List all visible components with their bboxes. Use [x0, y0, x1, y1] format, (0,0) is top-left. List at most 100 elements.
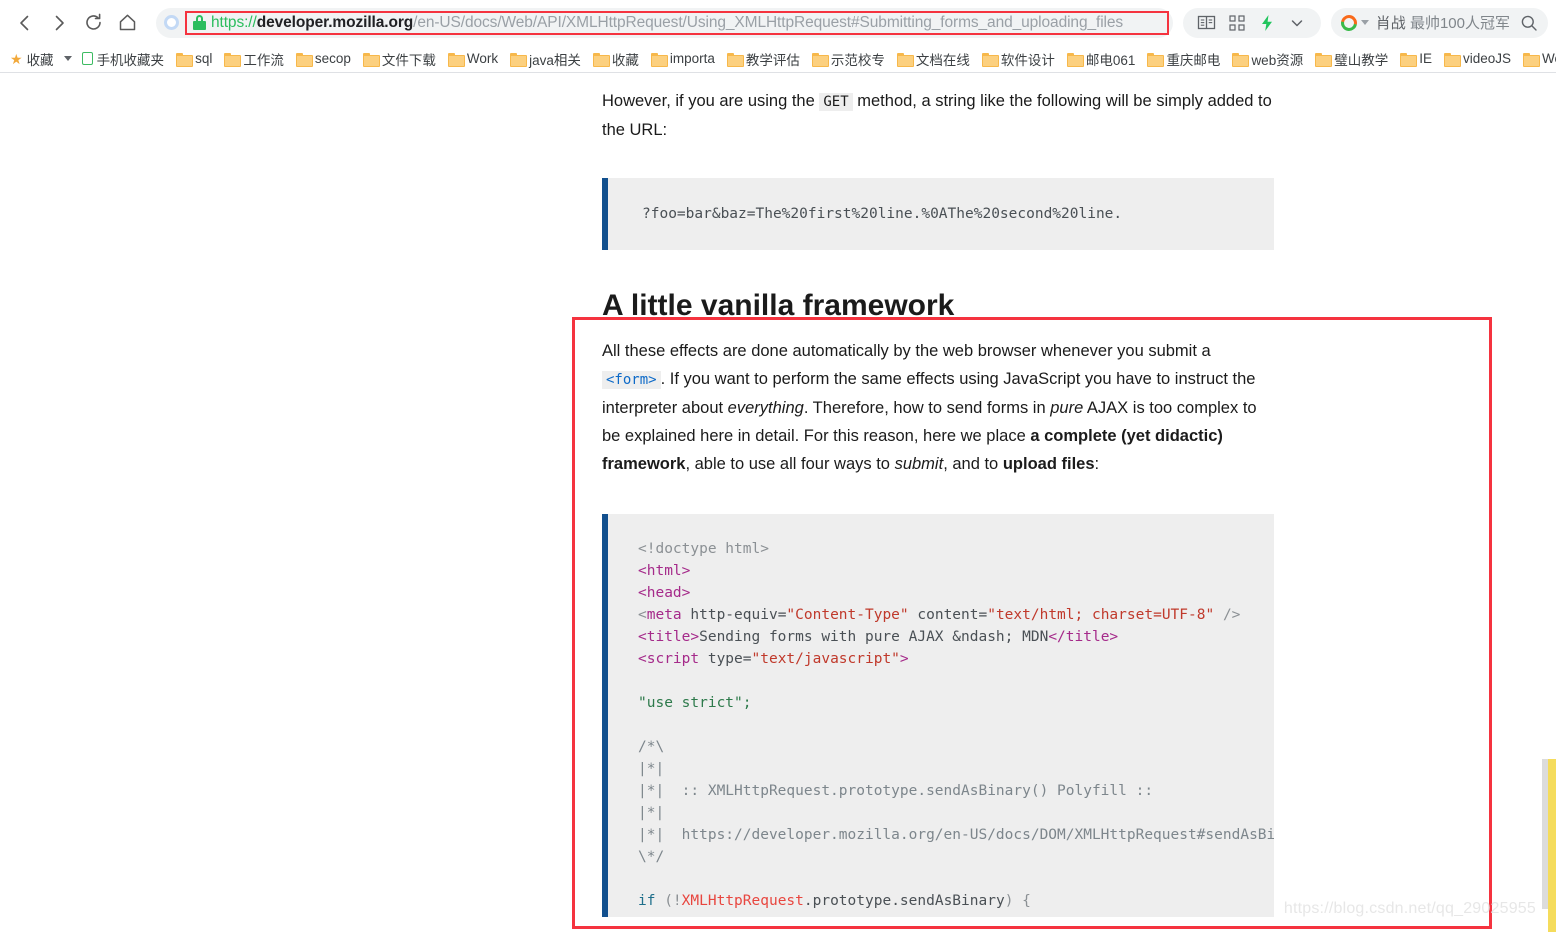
- folder-icon: [1066, 52, 1084, 67]
- bookmark-label: secop: [314, 51, 351, 66]
- search-engine-chevron-icon[interactable]: [1360, 20, 1369, 25]
- folder-icon: [510, 52, 528, 67]
- search-icon[interactable]: [1518, 12, 1540, 34]
- folder-icon: [1232, 52, 1250, 67]
- folder-icon: [726, 52, 744, 67]
- code-line-17-paren: (!: [655, 893, 682, 909]
- code-line-13: |*|: [638, 805, 665, 821]
- folder-icon: [362, 52, 380, 67]
- bookmark-item-workflow[interactable]: 工作流: [218, 47, 290, 71]
- sec-p1-strong2: upload files: [1002, 455, 1095, 473]
- code-block-framework: <!doctype html> <html> <head> <meta http…: [602, 514, 1274, 917]
- bookmark-item-web-resources[interactable]: web资源: [1226, 47, 1309, 71]
- article-content: However, if you are using the GET method…: [602, 73, 1274, 932]
- bookmark-label: 璧山教学: [1334, 52, 1389, 68]
- folder-icon: [592, 52, 610, 67]
- sec-p1-a: All these effects are done automatically…: [602, 342, 1211, 360]
- bookmark-label: 手机收藏夹: [96, 52, 165, 68]
- back-button[interactable]: [8, 6, 42, 40]
- bookmark-item-phone[interactable]: 手机收藏夹: [76, 47, 171, 71]
- url-host: developer.mozilla.org: [256, 13, 414, 31]
- bookmark-item-webser[interactable]: WebSer: [1517, 47, 1556, 71]
- section-heading: A little vanilla framework: [602, 289, 955, 322]
- search-query-text[interactable]: 肖战 最帅100人冠军: [1376, 12, 1510, 33]
- bookmark-item-demo-school[interactable]: 示范校专: [806, 47, 891, 71]
- folder-icon: [1147, 52, 1165, 67]
- inline-code-form-link[interactable]: <form>: [602, 371, 661, 389]
- code-line-2: <html>: [638, 563, 691, 579]
- folder-icon: [811, 52, 829, 67]
- bookmark-item-docs-online[interactable]: 文档在线: [891, 47, 976, 71]
- bookmark-item-teaching-eval[interactable]: 教学评估: [721, 47, 806, 71]
- folder-icon: [650, 52, 668, 67]
- omnibox[interactable]: https://developer.mozilla.org/en-US/docs…: [156, 7, 1173, 38]
- home-button[interactable]: [110, 6, 144, 40]
- code-line-10: /*\: [638, 739, 665, 755]
- code-line-5-text: Sending forms with pure AJAX &ndash; MDN: [699, 629, 1049, 645]
- reload-icon: [85, 13, 101, 30]
- intro-text-part1: However, if you are using the: [602, 92, 820, 110]
- bookmark-item-ie[interactable]: IE: [1394, 47, 1438, 71]
- bookmark-label: 工作流: [243, 52, 284, 68]
- scrollbar-thumb[interactable]: [1548, 759, 1556, 932]
- bookmark-item-java[interactable]: java相关: [504, 47, 587, 71]
- bookmark-label: 教学评估: [745, 52, 800, 68]
- bookmark-item-sql[interactable]: sql: [170, 47, 218, 71]
- bookmark-label: Work: [466, 51, 499, 66]
- browser-chrome: https://developer.mozilla.org/en-US/docs…: [0, 0, 1556, 73]
- page-info-icon[interactable]: [164, 15, 179, 30]
- chevron-down-icon[interactable]: [1283, 9, 1311, 37]
- bookmark-label: 示范校专: [830, 52, 885, 68]
- bookmark-item-importa[interactable]: importa: [645, 47, 721, 71]
- folder-icon: [1443, 52, 1461, 67]
- code-line-14: |*| https://developer.mozilla.org/en-US/…: [638, 827, 1274, 843]
- grid-apps-icon[interactable]: [1223, 9, 1251, 37]
- code-line-17-obj: XMLHttpRequest: [681, 893, 804, 909]
- code-line-17-end: ) {: [1004, 893, 1031, 909]
- bookmark-item-chongqing-youdian[interactable]: 重庆邮电: [1141, 47, 1226, 71]
- bookmark-item-youdian061[interactable]: 邮电061: [1061, 47, 1142, 71]
- phone-icon: [81, 52, 93, 65]
- bookmark-label: java相关: [529, 52, 581, 68]
- bookmark-item-downloads[interactable]: 文件下载: [357, 47, 442, 71]
- code-block-get-query: ?foo=bar&baz=The%20first%20line.%0AThe%2…: [602, 178, 1274, 250]
- sec-p1-f: , and to: [943, 455, 1003, 473]
- page-viewport: However, if you are using the GET method…: [0, 73, 1556, 932]
- search-box[interactable]: 肖战 最帅100人冠军: [1330, 7, 1548, 38]
- reader-mode-icon[interactable]: [1193, 9, 1221, 37]
- sec-p1-em2: pure: [1050, 399, 1084, 417]
- lightning-icon[interactable]: [1253, 9, 1281, 37]
- url-text: https://developer.mozilla.org/en-US/docs…: [211, 14, 1123, 32]
- forward-button[interactable]: [42, 6, 76, 40]
- url-field-highlighted[interactable]: https://developer.mozilla.org/en-US/docs…: [185, 10, 1169, 35]
- bookmark-item-software-design[interactable]: 软件设计: [976, 47, 1061, 71]
- url-scheme: https://: [211, 13, 257, 31]
- bookmark-label: importa: [669, 51, 715, 66]
- code-line-3: <head>: [638, 585, 691, 601]
- search-engine-logo-icon[interactable]: [1337, 11, 1360, 34]
- bookmark-label: 文档在线: [915, 52, 970, 68]
- intro-paragraph: However, if you are using the GET method…: [602, 73, 1274, 144]
- reload-button[interactable]: [76, 6, 110, 40]
- folder-icon: [447, 52, 465, 67]
- bookmark-label: 收藏: [611, 52, 639, 68]
- code-text: ?foo=bar&baz=The%20first%20line.%0AThe%2…: [642, 206, 1123, 222]
- code-line-11: |*|: [638, 761, 665, 777]
- bookmark-item-work[interactable]: Work: [442, 47, 504, 71]
- bookmark-item-secop[interactable]: secop: [290, 47, 357, 71]
- bookmark-item-collection[interactable]: 收藏: [587, 47, 645, 71]
- bookmark-favorites[interactable]: ★ 收藏: [4, 47, 60, 71]
- bookmark-label: IE: [1419, 51, 1432, 66]
- bookmark-item-bishan-teaching[interactable]: 璧山教学: [1309, 47, 1394, 71]
- sec-p1-g: :: [1094, 455, 1100, 473]
- toolbar-icon-group: [1182, 7, 1321, 38]
- folder-icon: [176, 52, 194, 67]
- url-path: /en-US/docs/Web/API/XMLHttpRequest/Using…: [413, 13, 1124, 31]
- watermark-text: https://blog.csdn.net/qq_29025955: [1283, 900, 1536, 917]
- star-icon: ★: [10, 50, 23, 67]
- folder-icon: [896, 52, 914, 67]
- code-line-6-val: "text/javascript": [751, 651, 900, 667]
- bookmarks-chevron-down-icon[interactable]: [63, 56, 72, 61]
- inline-code-get: GET: [819, 93, 853, 111]
- bookmark-item-videojs[interactable]: videoJS: [1438, 47, 1517, 71]
